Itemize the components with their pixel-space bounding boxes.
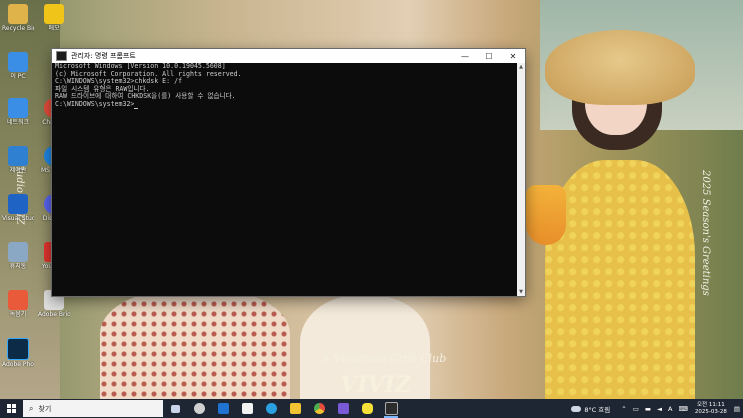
wallpaper-hat: [545, 30, 695, 105]
store-icon: [241, 403, 253, 414]
ime-indicator[interactable]: A: [668, 405, 672, 413]
console-output[interactable]: Microsoft Windows [Version 10.0.19045.56…: [54, 63, 517, 296]
desktop-icon-3[interactable]: 제어판: [2, 146, 34, 174]
taskbar: ⌕ 찾기 8°C 흐림 ⌃ ▭ ▬ ◄ A ⌨ 오전 11:11 2025-03…: [0, 399, 743, 418]
chat-bubble-icon: [361, 403, 373, 414]
taskbar-outlook[interactable]: [211, 399, 235, 418]
window-titlebar[interactable]: 관리자: 명령 프롬프트 — ☐ ✕: [52, 49, 525, 63]
network-icon: [8, 98, 28, 118]
desktop-icon-2[interactable]: 네트워크: [2, 98, 34, 126]
notes-icon: [337, 403, 349, 414]
clock-time: 오전 11:11: [697, 401, 725, 408]
start-button[interactable]: [0, 399, 22, 418]
console-prompt: C:\WINDOWS\system32>: [55, 99, 135, 108]
weather-widget[interactable]: 8°C 흐림: [571, 404, 610, 414]
wallpaper-glass: [526, 185, 566, 245]
weather-text: 8°C 흐림: [584, 405, 611, 414]
search-placeholder: 찾기: [38, 404, 52, 413]
windows-logo-icon: [6, 404, 16, 413]
taskbar-explorer[interactable]: [283, 399, 307, 418]
desktop-icon-6[interactable]: 녹음기: [2, 290, 34, 318]
photoshop-icon: [7, 338, 29, 360]
system-tray: 8°C 흐림 ⌃ ▭ ▬ ◄ A ⌨ 오전 11:11 2025-03-28 ▤: [571, 399, 743, 418]
taskbar-notes[interactable]: [331, 399, 355, 418]
wallpaper-club-text: A Vivacious Girls Club: [322, 352, 447, 365]
microphone-icon: [8, 290, 28, 310]
taskbar-chrome[interactable]: [307, 399, 331, 418]
vertical-scrollbar[interactable]: ▲ ▼: [517, 63, 525, 296]
memo-icon: [44, 4, 64, 24]
battery-icon[interactable]: ▬: [645, 405, 651, 413]
chrome-icon: [313, 403, 325, 414]
visual-studio-icon: [8, 194, 28, 214]
control-panel-icon: [8, 146, 28, 166]
cloud-icon: [571, 405, 582, 412]
taskbar-edge[interactable]: [259, 399, 283, 418]
maximize-button[interactable]: ☐: [477, 49, 501, 63]
desktop-icon-0[interactable]: Recycle Bin: [2, 4, 34, 32]
wallpaper-brand-text: VIVIZ: [340, 372, 411, 398]
notification-icon[interactable]: ▤: [734, 405, 740, 413]
clock[interactable]: 오전 11:11 2025-03-28: [695, 402, 727, 416]
cmd-window[interactable]: 관리자: 명령 프롬프트 — ☐ ✕ Microsoft Windows [Ve…: [52, 49, 525, 296]
wallpaper-figure-right: [545, 160, 695, 400]
window-title: 관리자: 명령 프롬프트: [71, 52, 136, 60]
desktop-icon-5[interactable]: 휴지통: [2, 242, 34, 270]
minimize-button[interactable]: —: [453, 49, 477, 63]
taskbar-search[interactable]: ⌕ 찾기: [23, 400, 163, 417]
chevron-up-icon[interactable]: ⌃: [621, 405, 626, 413]
outlook-icon: [217, 403, 229, 414]
recycle-bin-icon: [8, 242, 28, 262]
scroll-up-arrow-icon[interactable]: ▲: [517, 63, 525, 71]
desktop-icon-1[interactable]: 이 PC: [2, 52, 34, 80]
search-icon: ⌕: [29, 403, 34, 413]
taskbar-kakaotalk[interactable]: [355, 399, 379, 418]
pc-icon: [8, 52, 28, 72]
taskbar-task-view[interactable]: [163, 399, 187, 418]
folder-icon: [289, 403, 301, 414]
wallpaper-signature-text: 2025 Season's Greetings: [700, 170, 711, 296]
desktop-icon-8[interactable]: 메모: [38, 4, 70, 32]
folder-icon: [8, 4, 28, 24]
cmd-icon: [384, 402, 398, 415]
scroll-down-arrow-icon[interactable]: ▼: [517, 288, 525, 296]
gear-icon: [193, 403, 205, 414]
taskbar-cmd[interactable]: [379, 399, 403, 418]
speaker-icon[interactable]: ◄: [657, 405, 662, 413]
text-cursor: [134, 107, 139, 109]
cmd-icon: [56, 51, 67, 61]
keyboard-icon[interactable]: ⌨: [678, 405, 687, 413]
close-button[interactable]: ✕: [501, 49, 525, 63]
clock-date: 2025-03-28: [694, 408, 727, 415]
edge-icon: [265, 403, 277, 414]
wallpaper-figure-left: [100, 290, 290, 400]
desktop-icon-7[interactable]: Adobe Photoshop: [2, 338, 34, 368]
task-view-icon: [170, 404, 180, 413]
network-icon[interactable]: ▭: [633, 405, 639, 413]
taskbar-settings[interactable]: [187, 399, 211, 418]
taskbar-store[interactable]: [235, 399, 259, 418]
desktop-icon-4[interactable]: Visual Studio: [2, 194, 34, 222]
